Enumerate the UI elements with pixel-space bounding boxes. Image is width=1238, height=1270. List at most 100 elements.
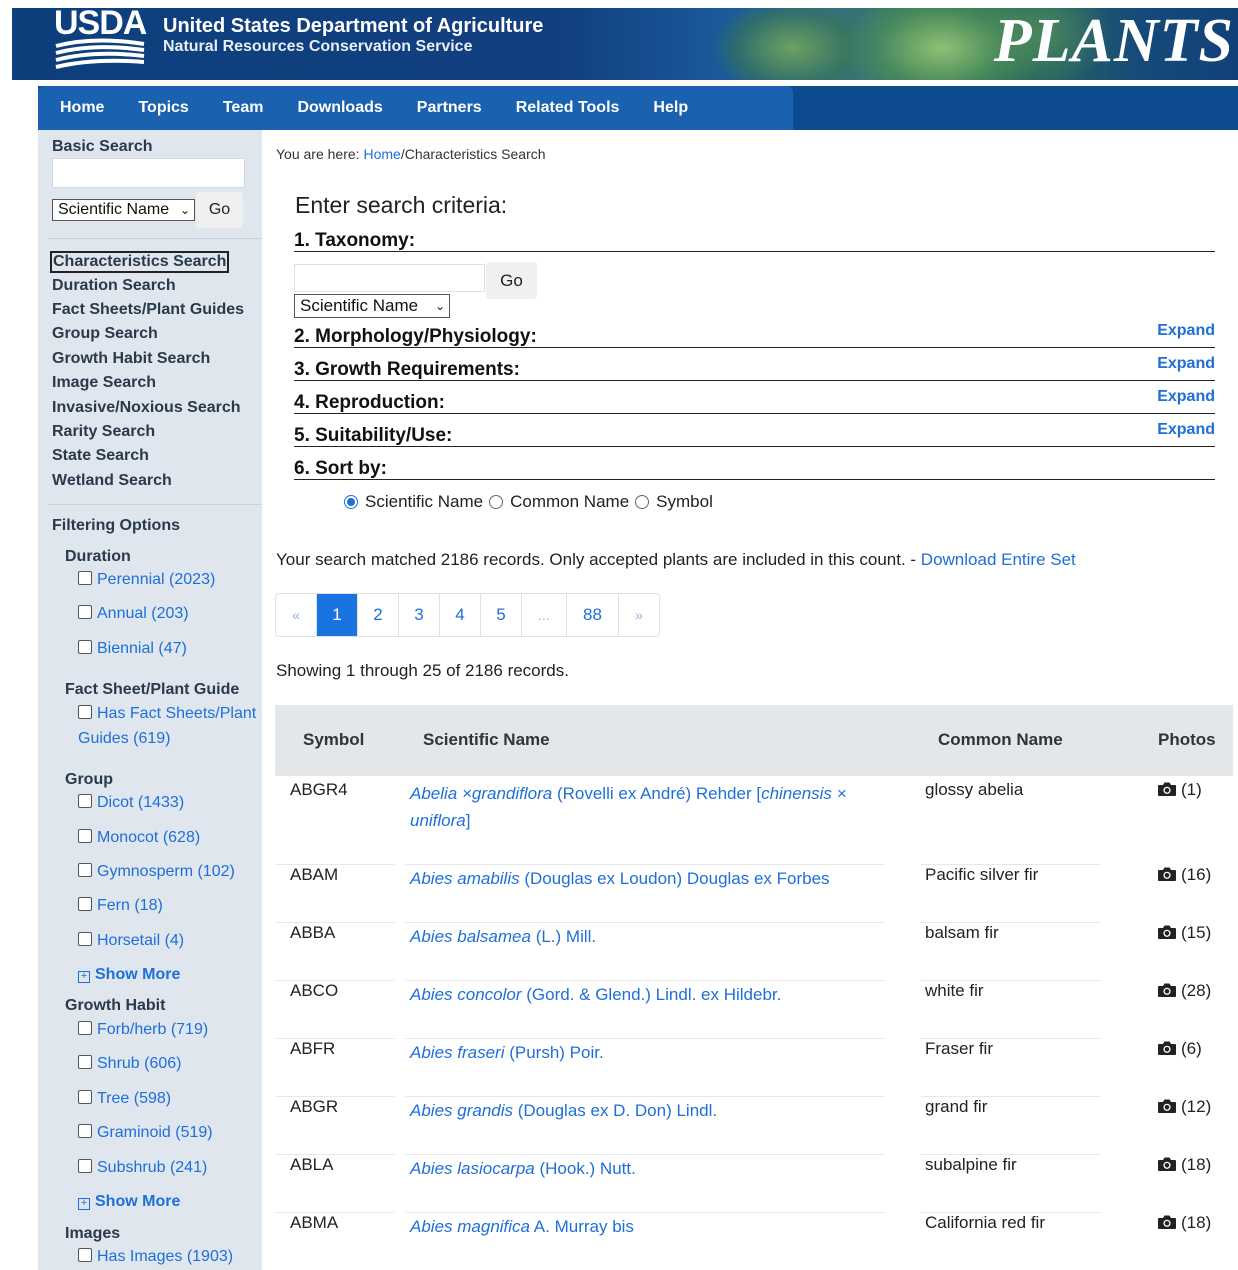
expand-suitability-button[interactable]: Expand [1157, 421, 1215, 439]
filter-duration-biennial[interactable]: Biennial (47) [78, 640, 187, 658]
checkbox[interactable] [78, 829, 92, 843]
scientific-name-link[interactable]: Abies concolor (Gord. & Glend.) Lindl. e… [410, 981, 880, 1008]
page-button-2[interactable]: 2 [358, 594, 399, 636]
nav-tab-partners[interactable]: Partners [417, 99, 482, 117]
sidebar-link-group-search[interactable]: Group Search [52, 325, 158, 343]
scientific-name-link[interactable]: Abelia ×grandiflora (Rovelli ex André) R… [410, 780, 880, 834]
plants-wordmark[interactable]: PLANTS [994, 8, 1234, 78]
expand-morphology-button[interactable]: Expand [1157, 322, 1215, 340]
scientific-name-link[interactable]: Abies amabilis (Douglas ex Loudon) Dougl… [410, 865, 880, 892]
cell-photos[interactable]: (16) [1157, 865, 1211, 885]
filter-group-dicot[interactable]: Dicot (1433) [78, 794, 184, 812]
checkbox[interactable] [78, 1021, 92, 1035]
scientific-name-italic: Abies amabilis [410, 869, 520, 888]
column-header-scientific-name[interactable]: Scientific Name [423, 730, 550, 750]
nav-tab-topics[interactable]: Topics [138, 99, 188, 117]
page-button-5[interactable]: 5 [481, 594, 522, 636]
taxonomy-go-button[interactable]: Go [486, 262, 537, 299]
basic-search-input[interactable] [52, 158, 245, 188]
filter-group-gymnosperm[interactable]: Gymnosperm (102) [78, 863, 235, 881]
page-button-4[interactable]: 4 [440, 594, 481, 636]
checkbox[interactable] [78, 1090, 92, 1104]
sidebar-link-growth-habit-search[interactable]: Growth Habit Search [52, 350, 210, 368]
page-button-1[interactable]: 1 [317, 594, 358, 636]
checkbox[interactable] [78, 1248, 92, 1262]
filter-habit-shrub[interactable]: Shrub (606) [78, 1055, 182, 1073]
sort-option-symbol[interactable]: Symbol [635, 492, 713, 512]
page-prev-button[interactable]: « [276, 594, 317, 636]
basic-search-type-select[interactable]: Scientific Name ⌄ [52, 199, 195, 221]
sidebar-link-characteristics-search[interactable]: Characteristics Search [50, 251, 230, 273]
filter-habit-graminoid[interactable]: Graminoid (519) [78, 1124, 213, 1142]
filter-label: Horsetail (4) [97, 932, 185, 949]
scientific-name-link[interactable]: Abies magnifica A. Murray bis [410, 1213, 880, 1240]
checkbox[interactable] [78, 863, 92, 877]
growth-habit-show-more-button[interactable]: + Show More [78, 1193, 180, 1211]
checkbox[interactable] [78, 794, 92, 808]
basic-search-go-button[interactable]: Go [196, 192, 243, 228]
column-header-photos[interactable]: Photos [1158, 730, 1216, 750]
radio[interactable] [635, 495, 650, 509]
filter-group-fern[interactable]: Fern (18) [78, 897, 163, 915]
cell-photos[interactable]: (12) [1157, 1097, 1211, 1117]
nav-tab-downloads[interactable]: Downloads [297, 99, 382, 117]
filter-habit-forb-herb[interactable]: Forb/herb (719) [78, 1021, 208, 1039]
expand-reproduction-button[interactable]: Expand [1157, 388, 1215, 406]
checkbox[interactable] [78, 1055, 92, 1069]
filter-group-horsetail[interactable]: Horsetail (4) [78, 932, 184, 950]
cell-photos[interactable]: (28) [1157, 981, 1211, 1001]
checkbox[interactable] [78, 640, 92, 654]
column-header-symbol[interactable]: Symbol [303, 730, 364, 750]
group-show-more-button[interactable]: + Show More [78, 966, 180, 984]
sidebar-link-image-search[interactable]: Image Search [52, 374, 156, 392]
cell-photos[interactable]: (15) [1157, 923, 1211, 943]
sidebar-link-rarity-search[interactable]: Rarity Search [52, 423, 155, 441]
filter-has-fact-sheets[interactable]: Has Fact Sheets/Plant [78, 705, 256, 723]
sidebar-link-invasive-search[interactable]: Invasive/Noxious Search [52, 399, 241, 417]
checkbox[interactable] [78, 571, 92, 585]
filter-duration-annual[interactable]: Annual (203) [78, 605, 189, 623]
scientific-name-link[interactable]: Abies grandis (Douglas ex D. Don) Lindl. [410, 1097, 880, 1124]
sidebar-link-wetland-search[interactable]: Wetland Search [52, 472, 172, 490]
filter-habit-subshrub[interactable]: Subshrub (241) [78, 1159, 207, 1177]
taxonomy-type-select[interactable]: Scientific Name ⌄ [294, 294, 450, 318]
usda-logo[interactable]: USDA [54, 8, 150, 72]
radio-selected[interactable] [344, 495, 358, 509]
column-header-common-name[interactable]: Common Name [938, 730, 1063, 750]
cell-photos[interactable]: (6) [1157, 1039, 1202, 1059]
download-entire-set-link[interactable]: Download Entire Set [921, 550, 1076, 569]
filter-has-fact-sheets-line2[interactable]: Guides (619) [78, 730, 171, 748]
sort-option-scientific-name[interactable]: Scientific Name [344, 492, 483, 512]
checkbox[interactable] [78, 1124, 92, 1138]
nav-tab-help[interactable]: Help [653, 99, 688, 117]
filter-group-monocot[interactable]: Monocot (628) [78, 829, 200, 847]
cell-photos[interactable]: (1) [1157, 780, 1202, 800]
filter-habit-tree[interactable]: Tree (598) [78, 1090, 171, 1108]
page-next-button[interactable]: » [619, 594, 659, 636]
taxonomy-search-input[interactable] [294, 264, 485, 292]
checkbox[interactable] [78, 1159, 92, 1173]
cell-photos[interactable]: (18) [1157, 1213, 1211, 1233]
filter-duration-perennial[interactable]: Perennial (2023) [78, 571, 215, 589]
radio[interactable] [489, 495, 504, 509]
scientific-name-link[interactable]: Abies fraseri (Pursh) Poir. [410, 1039, 880, 1066]
nav-tab-team[interactable]: Team [223, 99, 264, 117]
filter-has-images[interactable]: Has Images (1903) [78, 1248, 233, 1266]
checkbox[interactable] [78, 897, 92, 911]
sidebar-link-state-search[interactable]: State Search [52, 447, 149, 465]
nav-tab-home[interactable]: Home [60, 99, 104, 117]
scientific-name-link[interactable]: Abies lasiocarpa (Hook.) Nutt. [410, 1155, 880, 1182]
breadcrumb-home-link[interactable]: Home [363, 146, 400, 162]
nav-tab-related-tools[interactable]: Related Tools [516, 99, 620, 117]
sidebar-link-duration-search[interactable]: Duration Search [52, 277, 176, 295]
page-button-3[interactable]: 3 [399, 594, 440, 636]
expand-growth-button[interactable]: Expand [1157, 355, 1215, 373]
checkbox[interactable] [78, 932, 92, 946]
checkbox[interactable] [78, 605, 92, 619]
cell-photos[interactable]: (18) [1157, 1155, 1211, 1175]
page-button-88[interactable]: 88 [567, 594, 619, 636]
sidebar-link-fact-sheets[interactable]: Fact Sheets/Plant Guides [52, 301, 244, 319]
scientific-name-link[interactable]: Abies balsamea (L.) Mill. [410, 923, 880, 950]
checkbox[interactable] [78, 705, 92, 719]
sort-option-common-name[interactable]: Common Name [489, 492, 629, 512]
